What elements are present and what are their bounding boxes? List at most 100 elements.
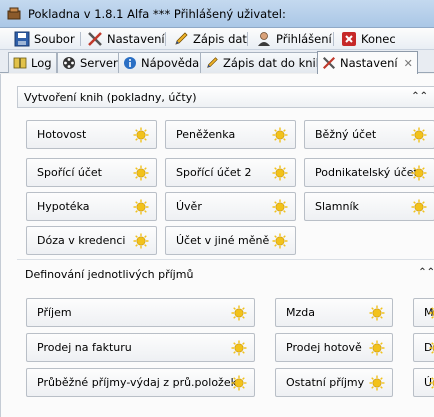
star-icon: [411, 127, 427, 143]
button-label: Průběžné příjmy-výdaj z prů.položek: [37, 376, 237, 389]
star-icon: [272, 165, 288, 181]
books-section-header[interactable]: Vytvoření knih (pokladny, účty) ⌃⌃: [17, 86, 434, 108]
divider: [17, 259, 434, 260]
button-label: Spořící účet 2: [176, 166, 252, 179]
menu-label: Soubor: [34, 32, 75, 46]
star-icon: [369, 375, 385, 391]
tab-log[interactable]: Log: [8, 52, 57, 73]
define-button[interactable]: Dóza v kredenci: [26, 226, 157, 255]
tab-label: Log: [31, 56, 52, 70]
star-icon: [272, 233, 288, 249]
tab-label: Nastavení: [340, 56, 398, 70]
star-icon: [411, 165, 427, 181]
star-icon: [369, 305, 385, 321]
define-button[interactable]: Spořící účet 2: [165, 158, 296, 187]
define-button[interactable]: Hypotéka: [26, 192, 157, 221]
button-label: Spořící účet: [37, 166, 102, 179]
tab-server[interactable]: Server: [57, 52, 123, 73]
define-button[interactable]: Příjem: [26, 298, 255, 327]
window-title: Pokladna v 1.8.1 Alfa *** Přihlášený uži…: [28, 7, 286, 21]
define-button[interactable]: Ostatní příjmy: [275, 368, 393, 397]
tab-bar: Log Server Nápověda Zápis dat do knih Na…: [0, 50, 434, 74]
info-icon: [124, 57, 136, 69]
define-button[interactable]: Mzda: [275, 298, 393, 327]
menu-label: Zápis dat: [193, 32, 247, 46]
button-label: Účet v jiné měně: [176, 234, 270, 247]
star-icon: [429, 307, 434, 319]
button-label: Prodej hotově: [286, 341, 362, 354]
title-bar: Pokladna v 1.8.1 Alfa *** Přihlášený uži…: [0, 0, 434, 28]
settings-panel: Vytvoření knih (pokladny, účty) ⌃⌃ Hotov…: [0, 74, 434, 417]
button-label: Mzda: [286, 306, 315, 319]
pencil-icon: [175, 32, 188, 45]
star-icon: [133, 127, 149, 143]
button-label: Běžný účet: [315, 128, 377, 141]
menu-bar: Soubor Nastavení Zápis dat Přihlášení Ko…: [0, 28, 434, 50]
user-icon: [258, 32, 270, 46]
section-title: Vytvoření knih (pokladny, účty): [24, 90, 197, 104]
define-button[interactable]: Hotovost: [26, 120, 157, 149]
define-button[interactable]: Spořící účet: [26, 158, 157, 187]
film-reel-icon: [63, 57, 75, 69]
menu-separator: [247, 32, 248, 46]
tab-nastaveni[interactable]: Nastavení ✕: [317, 51, 418, 74]
tools-icon: [322, 56, 336, 70]
star-icon: [272, 127, 288, 143]
tab-label: Zápis dat do knih: [223, 56, 324, 70]
close-icon: [342, 32, 356, 46]
menu-nastaveni[interactable]: Nastavení: [87, 30, 165, 48]
star-icon: [133, 233, 149, 249]
tab-label: Nápověda: [141, 56, 200, 70]
define-button[interactable]: Prodej hotově: [275, 333, 393, 362]
star-icon: [133, 165, 149, 181]
define-button[interactable]: Podnikatelský účet: [304, 158, 434, 187]
menu-label: Přihlášení: [276, 32, 332, 46]
define-button[interactable]: Ú: [413, 368, 434, 397]
menu-separator: [333, 32, 334, 46]
define-button[interactable]: Úvěr: [165, 192, 296, 221]
button-label: Hotovost: [37, 128, 87, 141]
define-button[interactable]: Peněženka: [165, 120, 296, 149]
define-button[interactable]: Da: [413, 333, 434, 362]
button-label: Peněženka: [176, 128, 236, 141]
star-icon: [429, 377, 434, 389]
star-icon: [272, 199, 288, 215]
pencil-icon: [207, 57, 218, 68]
menu-prihlaseni[interactable]: Přihlášení: [256, 30, 332, 48]
income-section-header[interactable]: Definování jednotlivých příjmů ⌃⌃: [23, 263, 434, 285]
star-icon: [429, 342, 434, 354]
menu-konec[interactable]: Konec: [341, 30, 396, 48]
chevron-up-icon[interactable]: ⌃⌃: [411, 91, 428, 102]
tab-label: Server: [80, 56, 118, 70]
button-label: Podnikatelský účet: [315, 166, 418, 179]
menu-soubor[interactable]: Soubor: [14, 30, 75, 48]
define-button[interactable]: Běžný účet: [304, 120, 434, 149]
tab-zapis-dat-do-knih[interactable]: Zápis dat do knih: [200, 52, 329, 73]
button-label: Prodej na fakturu: [37, 341, 132, 354]
menu-label: Nastavení: [107, 32, 165, 46]
menu-separator: [165, 32, 166, 46]
star-icon: [231, 305, 247, 321]
star-icon: [369, 340, 385, 356]
tab-close-icon[interactable]: ✕: [404, 57, 413, 70]
define-button[interactable]: Slamník: [304, 192, 434, 221]
cash-register-icon: [7, 7, 21, 20]
menu-zapis-dat[interactable]: Zápis dat: [173, 30, 247, 48]
define-button[interactable]: Prodej na fakturu: [26, 333, 255, 362]
book-icon: [13, 57, 27, 69]
define-button[interactable]: Průběžné příjmy-výdaj z prů.položek: [26, 368, 255, 397]
button-label: Hypotéka: [37, 200, 90, 213]
chevron-up-icon[interactable]: ⌃⌃: [418, 267, 434, 278]
star-icon: [411, 199, 427, 215]
define-button[interactable]: Mz: [413, 298, 434, 327]
star-icon: [133, 199, 149, 215]
star-icon: [231, 375, 247, 391]
menu-separator: [80, 32, 81, 46]
button-label: Úvěr: [176, 200, 202, 213]
menu-label: Konec: [361, 32, 396, 46]
button-label: Ostatní příjmy: [286, 376, 365, 389]
button-label: Slamník: [315, 200, 359, 213]
define-button[interactable]: Účet v jiné měně: [165, 226, 296, 255]
tab-napoveda[interactable]: Nápověda: [118, 52, 205, 73]
floppy-icon: [14, 31, 30, 47]
